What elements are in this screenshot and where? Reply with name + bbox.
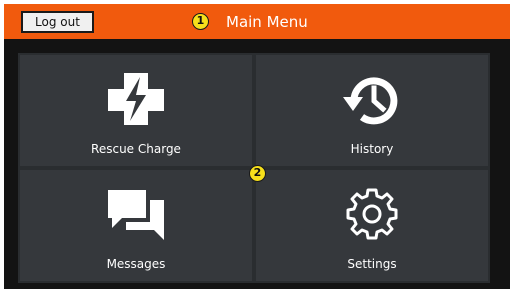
callout-marker-2: 2 <box>249 165 266 182</box>
tile-label: Settings <box>347 257 397 271</box>
settings-tile[interactable]: Settings <box>256 170 488 281</box>
callout-marker-1: 1 <box>192 13 209 30</box>
tile-label: Rescue Charge <box>91 142 181 156</box>
rescue-charge-icon <box>108 73 164 125</box>
top-bar: Log out 1 Main Menu <box>4 4 510 39</box>
history-icon <box>343 77 398 125</box>
messages-tile[interactable]: Messages <box>20 170 252 281</box>
gear-icon <box>346 188 398 240</box>
page-title: Main Menu <box>226 13 308 31</box>
logout-button[interactable]: Log out <box>21 11 94 33</box>
messages-icon <box>108 190 164 240</box>
tile-label: Messages <box>106 257 166 271</box>
screen: Log out 1 Main Menu Rescue Charge Histor… <box>4 4 510 289</box>
history-tile[interactable]: History <box>256 55 488 166</box>
tile-label: History <box>350 142 394 156</box>
rescue-charge-tile[interactable]: Rescue Charge <box>20 55 252 166</box>
